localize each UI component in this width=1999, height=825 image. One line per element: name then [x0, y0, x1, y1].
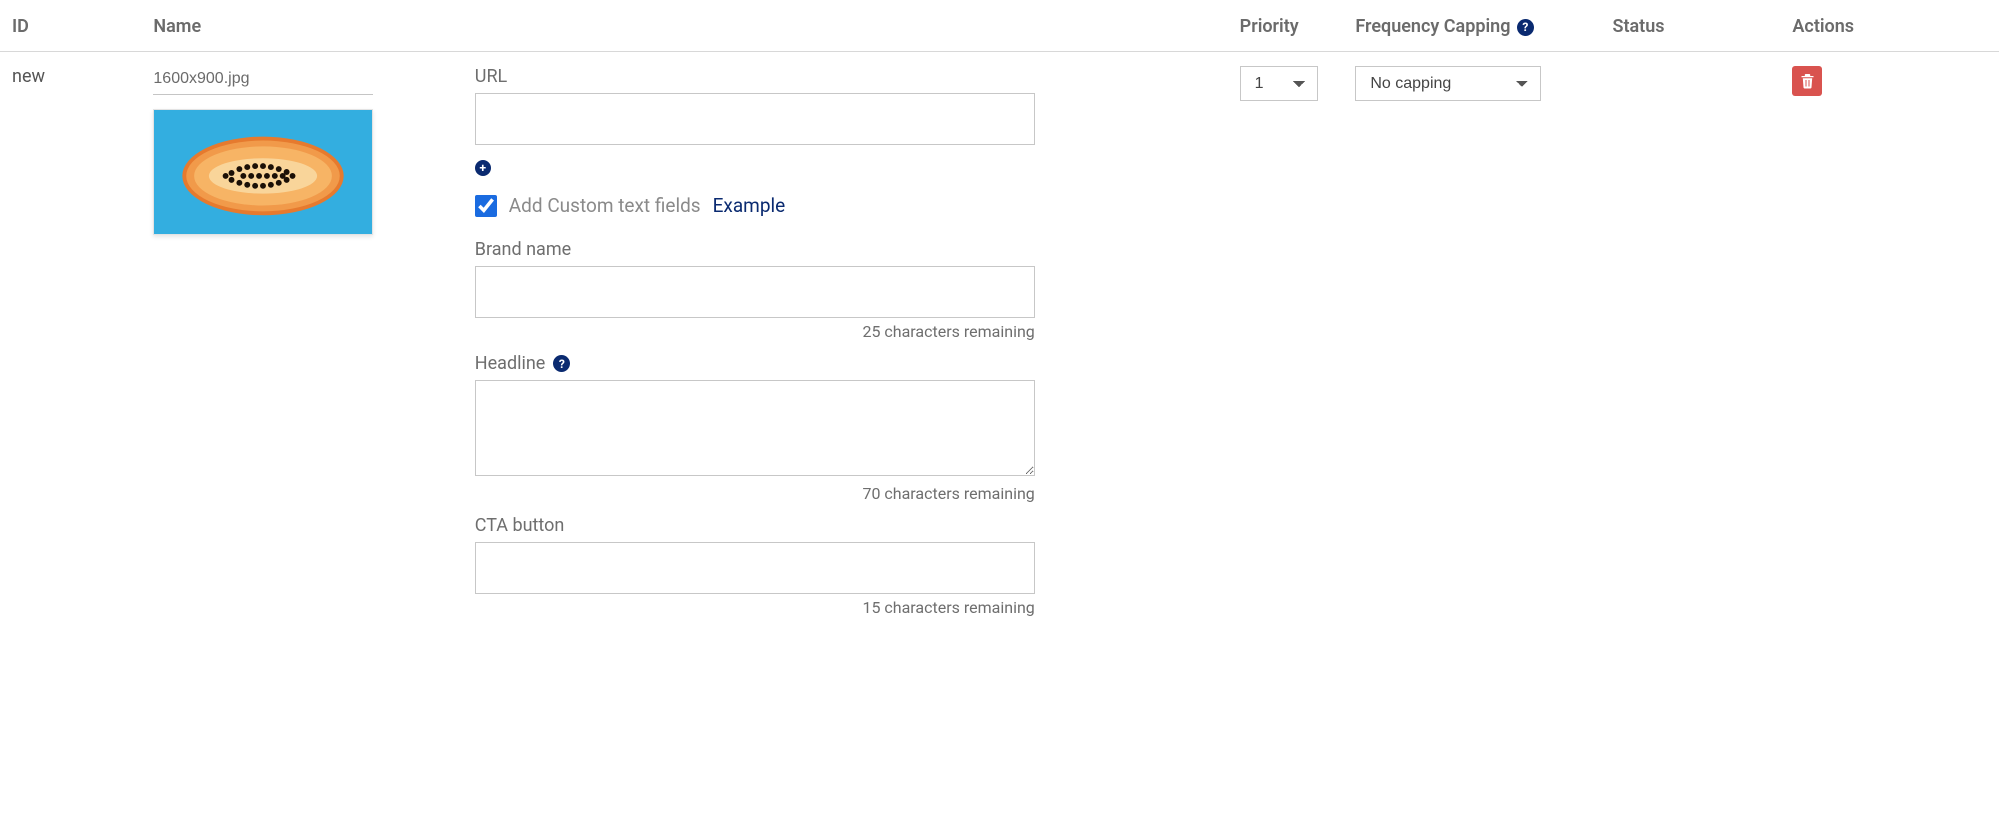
table-row: new — [0, 52, 1999, 644]
creative-thumbnail — [153, 109, 373, 235]
name-input[interactable] — [153, 66, 373, 95]
papaya-image — [154, 110, 372, 234]
trash-icon — [1800, 73, 1815, 89]
custom-fields-label: Add Custom text fields — [509, 194, 701, 217]
help-icon[interactable]: ? — [1517, 19, 1534, 36]
brand-name-input[interactable] — [475, 266, 1035, 318]
row-id: new — [0, 52, 141, 644]
headline-label: Headline ? — [475, 353, 1035, 374]
url-label: URL — [475, 66, 1035, 87]
brand-name-label: Brand name — [475, 239, 1035, 260]
priority-select[interactable]: 1 — [1240, 66, 1318, 101]
status-cell — [1600, 52, 1780, 644]
help-icon[interactable]: ? — [553, 355, 570, 372]
url-input[interactable] — [475, 93, 1035, 145]
headline-input[interactable] — [475, 380, 1035, 476]
cta-remaining: 15 characters remaining — [475, 598, 1035, 617]
brand-name-remaining: 25 characters remaining — [475, 322, 1035, 341]
column-header-name: Name — [141, 0, 462, 52]
cta-label: CTA button — [475, 515, 1035, 536]
column-header-priority: Priority — [1228, 0, 1344, 52]
column-header-status: Status — [1600, 0, 1780, 52]
cta-input[interactable] — [475, 542, 1035, 594]
headline-remaining: 70 characters remaining — [475, 484, 1035, 503]
column-header-actions: Actions — [1780, 0, 1999, 52]
delete-button[interactable] — [1792, 66, 1822, 96]
example-link[interactable]: Example — [713, 194, 786, 217]
column-header-frequency: Frequency Capping ? — [1343, 0, 1600, 52]
column-header-id: ID — [0, 0, 141, 52]
add-url-icon[interactable]: + — [475, 160, 491, 176]
creatives-table: ID Name Priority Frequency Capping ? Sta… — [0, 0, 1999, 643]
custom-fields-checkbox[interactable] — [475, 195, 497, 217]
frequency-capping-select[interactable]: No capping — [1355, 66, 1541, 101]
